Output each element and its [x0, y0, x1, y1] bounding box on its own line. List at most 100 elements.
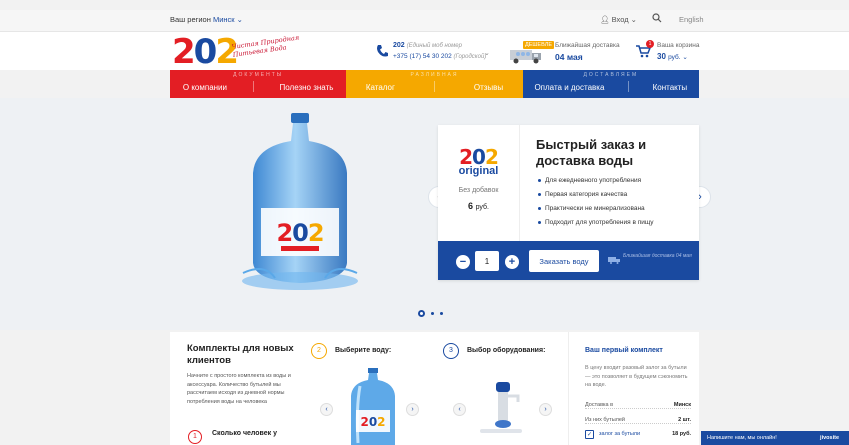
user-icon: 👤︎: [600, 15, 610, 24]
promo-logo: 202: [438, 147, 519, 167]
bottle-logo-digit: 2: [308, 219, 324, 247]
chat-brand: jivosite: [820, 435, 839, 441]
truck-icon: [608, 257, 620, 264]
promo-original: original: [458, 165, 499, 177]
deposit-checkbox[interactable]: ✓: [585, 430, 594, 439]
cart-count-badge: 1: [646, 40, 654, 48]
deposit-label: залог за бутыли: [599, 431, 641, 437]
quantity-input[interactable]: [475, 251, 499, 271]
step-number: 2: [311, 343, 327, 359]
promo-price-value: 6: [468, 201, 474, 211]
row-value: 2 шт.: [678, 417, 691, 423]
cart-label[interactable]: Ваша корзина: [657, 42, 699, 49]
row-value: Минск: [673, 402, 691, 408]
cart-sum[interactable]: 30 руб. ⌄: [657, 52, 688, 61]
water-next-button[interactable]: ›: [406, 403, 419, 416]
qty-plus-button[interactable]: +: [505, 255, 519, 269]
kits-title: Комплекты для новых клиентов: [187, 343, 294, 366]
nav-group-company: ДОКУМЕНТЫ О компании Полезно знать: [170, 70, 347, 98]
language-link[interactable]: English: [679, 15, 704, 24]
phone-icon: [377, 45, 388, 57]
svg-text:202: 202: [276, 219, 323, 247]
step-number: 3: [443, 343, 459, 359]
choose-equipment-label: Выбор оборудования:: [467, 347, 546, 354]
nav-group-caption: ДОКУМЕНТЫ: [233, 72, 284, 78]
kits-description: Начните с простого комплекта из воды и а…: [187, 373, 291, 405]
row-label: Из них бутылей: [585, 417, 625, 423]
choose-water-label: Выберите воду:: [335, 347, 392, 354]
main-nav: ДОКУМЕНТЫ О компании Полезно знать РАЗЛИ…: [170, 70, 699, 98]
nav-item-about[interactable]: О компании: [183, 83, 227, 92]
nav-divider: [252, 81, 254, 92]
first-kit-row: Доставка в Минск: [585, 402, 691, 409]
chevron-down-icon[interactable]: ⌄: [484, 49, 490, 57]
hero-slider: 202 ‹ › 202 original Без добавок 6 руб. …: [0, 98, 849, 330]
phone-number[interactable]: 202: [393, 42, 405, 49]
equipment-prev-button[interactable]: ‹: [453, 403, 466, 416]
login-label[interactable]: Вход ⌄: [612, 15, 637, 24]
water-prev-button[interactable]: ‹: [320, 403, 333, 416]
search-icon[interactable]: [652, 13, 662, 23]
promo-price: 6 руб.: [438, 201, 519, 211]
chat-text[interactable]: Напишите нам, мы онлайн!: [707, 435, 777, 441]
promo-title: Быстрый заказ и доставка воды: [536, 137, 647, 168]
promo-product: 202 original Без добавок 6 руб.: [438, 125, 520, 241]
equipment-next-button[interactable]: ›: [539, 403, 552, 416]
bottle-logo-digit: 0: [292, 219, 308, 247]
phone-note: (Единый моб номер: [406, 43, 462, 49]
phone-city[interactable]: +375 (17) 54 30 202 (Городской): [393, 53, 486, 60]
row-label: Доставка в: [585, 402, 614, 408]
delivery-label: Ближайшая доставка: [555, 42, 620, 49]
order-water-button[interactable]: Заказать воду: [529, 250, 599, 272]
promo-card: 202 original Без добавок 6 руб. Быстрый …: [438, 125, 699, 280]
slider-dot[interactable]: [418, 310, 425, 317]
promo-feature: Для ежедневного употребления: [538, 177, 654, 184]
promo-feature: Практически не минерализована: [538, 205, 654, 212]
water-bottle-image: 202: [242, 113, 358, 290]
phone-mobile[interactable]: 202 (Единый моб номер: [393, 42, 462, 49]
nearest-delivery-note: Ближайшая доставка 04 мая: [623, 253, 692, 259]
first-kit-row: Из них бутылей 2 шт.: [585, 417, 691, 424]
top-bar: Ваш регион Минск ⌄ 👤︎ Вход ⌄ English: [0, 10, 849, 32]
promo-no-additives: Без добавок: [458, 187, 499, 194]
bottle-logo-digit: 2: [276, 219, 292, 247]
order-bar: − + Заказать воду Ближайшая доставка 04 …: [438, 241, 699, 280]
nav-group-delivery: ДОСТАВЛЯЕМ Оплата и доставка Контакты: [522, 70, 699, 98]
people-count-label: Сколько человек у: [212, 430, 277, 437]
cart-sum-unit: руб. ⌄: [668, 54, 688, 61]
water-pump-thumbnail[interactable]: [478, 382, 524, 437]
logo[interactable]: 202: [172, 32, 239, 72]
nav-item-reviews[interactable]: Отзывы: [474, 83, 503, 92]
nav-item-payment[interactable]: Оплата и доставка: [534, 83, 604, 92]
delivery-date: 04 мая: [555, 52, 583, 62]
nav-item-contacts[interactable]: Контакты: [653, 83, 688, 92]
logo-digit: 2: [172, 32, 196, 72]
nav-item-catalog[interactable]: Каталог: [366, 83, 395, 92]
region-value[interactable]: Минск ⌄: [213, 15, 243, 24]
nav-item-useful[interactable]: Полезно знать: [280, 83, 334, 92]
nav-group-caption: РАЗЛИВНАЯ: [410, 72, 459, 78]
promo-feature: Подходит для употребления в пищу: [538, 219, 654, 226]
nav-divider: [433, 81, 435, 92]
step-number: 1: [188, 430, 202, 444]
region-label: Ваш регион: [170, 15, 211, 24]
logo-slogan: Чистая Природная Питьевая Вода: [231, 33, 300, 59]
water-bottle-thumbnail[interactable]: 202: [346, 368, 400, 445]
logo-digit: 0: [193, 32, 218, 72]
slider-dot[interactable]: [440, 312, 443, 315]
thumbnail-logo-digit: 0: [369, 415, 377, 429]
phone-note: (Городской): [453, 54, 487, 60]
slider-dot[interactable]: [431, 312, 434, 315]
promo-price-unit: руб.: [475, 204, 489, 211]
phone-number[interactable]: +375 (17) 54 30 202: [393, 53, 452, 60]
chat-widget[interactable]: Напишите нам, мы онлайн! jivosite: [701, 431, 849, 445]
nav-group-caption: ДОСТАВЛЯЕМ: [583, 72, 639, 78]
header: 202 Чистая Природная Питьевая Вода 202 (…: [0, 32, 849, 70]
login-link[interactable]: 👤︎ Вход ⌄: [600, 15, 637, 24]
thumbnail-logo-digit: 2: [377, 415, 385, 429]
slider-dots: [418, 310, 443, 317]
deposit-value: 18 руб.: [672, 431, 691, 437]
region-selector[interactable]: Ваш регион Минск ⌄: [170, 15, 243, 24]
qty-minus-button[interactable]: −: [456, 255, 470, 269]
promo-feature: Первая категория качества: [538, 191, 654, 198]
